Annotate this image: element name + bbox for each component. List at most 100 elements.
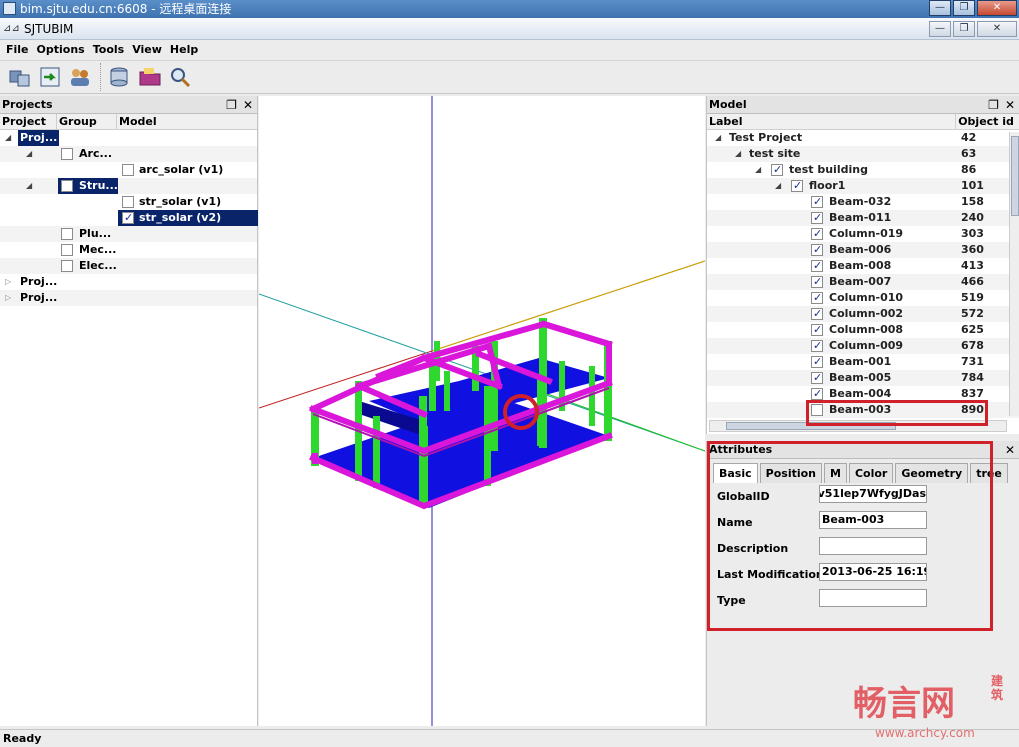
object-label[interactable]: Beam-005 (829, 370, 891, 386)
checkbox[interactable] (61, 244, 73, 256)
model-tree-row[interactable]: Beam-006 360 (707, 242, 1019, 258)
object-label[interactable]: Beam-006 (829, 242, 891, 258)
tree-row[interactable]: str_solar (v2) (0, 210, 258, 226)
menu-tools[interactable]: Tools (91, 41, 130, 59)
checkbox[interactable] (61, 260, 73, 272)
close-icon[interactable]: ✕ (243, 98, 253, 112)
model-tree-row[interactable]: Beam-008 413 (707, 258, 1019, 274)
model-tree-row[interactable]: Beam-001 731 (707, 354, 1019, 370)
model-tree-row[interactable]: ◢ test site 63 (707, 146, 1019, 162)
object-label[interactable]: Column-002 (829, 306, 903, 322)
import-model-icon[interactable] (6, 63, 34, 91)
group-label[interactable]: Arc... (79, 146, 112, 162)
scrollbar-thumb[interactable] (1011, 136, 1019, 216)
database-icon[interactable] (106, 63, 134, 91)
checkbox-checked[interactable] (122, 210, 134, 226)
3d-viewport[interactable] (258, 96, 706, 726)
tree-row[interactable]: str_solar (v1) (0, 194, 257, 210)
group-label[interactable]: Stru... (79, 178, 118, 194)
checkbox-checked[interactable] (811, 354, 823, 370)
tree-row[interactable]: Mec... (0, 242, 257, 258)
tree-row[interactable]: ▷ Proj... (0, 290, 257, 306)
tree-row[interactable]: ◢ Stru... (0, 178, 257, 194)
restore-icon[interactable]: ❐ (226, 98, 237, 112)
restore-icon[interactable]: ❐ (988, 98, 999, 112)
folder-open-icon[interactable] (136, 63, 164, 91)
close-icon[interactable]: ✕ (1005, 98, 1015, 112)
model-tree-row[interactable]: Beam-007 466 (707, 274, 1019, 290)
object-label[interactable]: Beam-008 (829, 258, 891, 274)
model-tree-row[interactable]: ◢ test building 86 (707, 162, 1019, 178)
expand-triangle-icon[interactable]: ◢ (735, 146, 741, 162)
expand-triangle-icon[interactable]: ◢ (755, 162, 761, 178)
users-icon[interactable] (66, 63, 94, 91)
col-project[interactable]: Project (0, 114, 57, 129)
checkbox-checked[interactable] (771, 162, 783, 178)
checkbox-checked[interactable] (811, 226, 823, 242)
project-label[interactable]: Proj... (18, 130, 60, 146)
export-icon[interactable] (36, 63, 64, 91)
object-label[interactable]: Beam-001 (829, 354, 891, 370)
object-label[interactable]: Column-009 (829, 338, 903, 354)
vertical-scrollbar[interactable] (1009, 132, 1019, 416)
app-minimize-button[interactable]: — (929, 21, 951, 37)
model-label[interactable]: str_solar (v2) (139, 210, 221, 226)
expand-triangle-icon[interactable]: ◢ (715, 130, 721, 146)
checkbox-checked[interactable] (811, 242, 823, 258)
menu-options[interactable]: Options (35, 41, 91, 59)
expand-triangle-icon[interactable]: ◢ (775, 178, 781, 194)
checkbox-checked[interactable] (811, 210, 823, 226)
3d-scene[interactable] (258, 96, 706, 726)
model-tree-row[interactable]: ◢ floor1 101 (707, 178, 1019, 194)
checkbox-checked[interactable] (811, 370, 823, 386)
object-label[interactable]: Beam-011 (829, 210, 891, 226)
checkbox[interactable] (122, 164, 134, 176)
rd-minimize-button[interactable]: — (929, 0, 951, 16)
expand-triangle-icon[interactable]: ◢ (5, 130, 11, 146)
tree-row[interactable]: ◢ Arc... (0, 146, 257, 162)
checkbox[interactable] (61, 148, 73, 160)
menu-file[interactable]: File (4, 41, 35, 59)
col-label[interactable]: Label (707, 114, 957, 129)
object-label[interactable]: Test Project (729, 130, 802, 146)
col-object-id[interactable]: Object id (956, 114, 1019, 129)
model-tree-row[interactable]: Column-009 678 (707, 338, 1019, 354)
col-model[interactable]: Model (117, 114, 257, 129)
object-label[interactable]: test site (749, 146, 800, 162)
model-label[interactable]: arc_solar (v1) (139, 162, 223, 178)
model-tree-row[interactable]: Beam-011 240 (707, 210, 1019, 226)
checkbox-checked[interactable] (811, 258, 823, 274)
col-group[interactable]: Group (57, 114, 117, 129)
checkbox-checked[interactable] (811, 290, 823, 306)
model-tree-row[interactable]: Column-010 519 (707, 290, 1019, 306)
tree-row[interactable]: Plu... (0, 226, 257, 242)
group-label[interactable]: Plu... (79, 226, 111, 242)
expand-triangle-icon[interactable]: ◢ (26, 146, 32, 162)
object-label[interactable]: test building (789, 162, 868, 178)
model-tree-row[interactable]: Column-019 303 (707, 226, 1019, 242)
menu-help[interactable]: Help (168, 41, 204, 59)
checkbox-checked[interactable] (811, 274, 823, 290)
checkbox[interactable] (122, 196, 134, 208)
model-tree-row[interactable]: Beam-032 158 (707, 194, 1019, 210)
close-icon[interactable]: ✕ (1005, 443, 1015, 457)
model-tree-row[interactable]: Column-008 625 (707, 322, 1019, 338)
checkbox-checked[interactable] (811, 322, 823, 338)
object-label[interactable]: Column-008 (829, 322, 903, 338)
expand-triangle-icon[interactable]: ◢ (26, 178, 32, 194)
model-tree-row[interactable]: Beam-005 784 (707, 370, 1019, 386)
menu-view[interactable]: View (130, 41, 168, 59)
object-label[interactable]: floor1 (809, 178, 845, 194)
app-close-button[interactable]: ✕ (977, 21, 1017, 37)
collapse-triangle-icon[interactable]: ▷ (5, 290, 11, 306)
object-label[interactable]: Column-019 (829, 226, 903, 242)
object-label[interactable]: Beam-007 (829, 274, 891, 290)
checkbox-checked[interactable] (811, 386, 823, 402)
group-label[interactable]: Mec... (79, 242, 116, 258)
tree-row[interactable]: Elec... (0, 258, 257, 274)
project-label[interactable]: Proj... (20, 274, 57, 290)
checkbox-checked[interactable] (811, 194, 823, 210)
collapse-triangle-icon[interactable]: ▷ (5, 274, 11, 290)
project-label[interactable]: Proj... (20, 290, 57, 306)
object-label[interactable]: Column-010 (829, 290, 903, 306)
